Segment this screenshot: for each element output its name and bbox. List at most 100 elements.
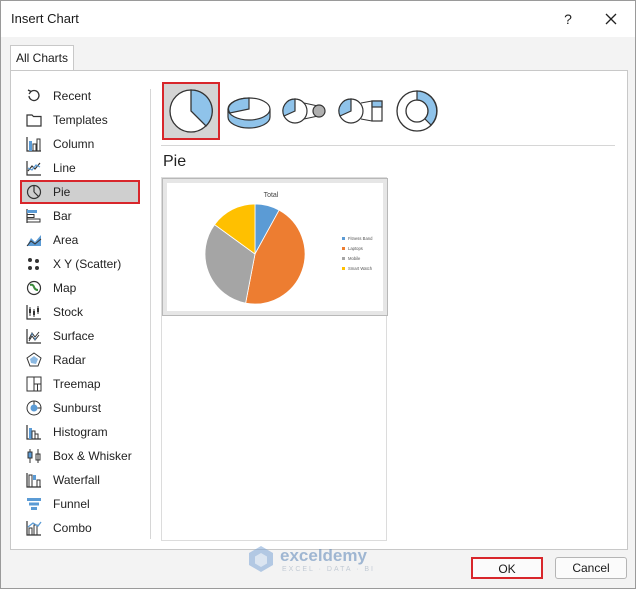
ok-button[interactable]: OK (471, 557, 543, 579)
sidebar-item-bar[interactable]: Bar (21, 205, 139, 227)
column-chart-icon (25, 135, 43, 153)
subtype-3d-pie[interactable] (221, 83, 277, 139)
treemap-chart-icon (25, 375, 43, 393)
histogram-chart-icon (25, 423, 43, 441)
sidebar-item-treemap[interactable]: Treemap (21, 373, 139, 395)
sidebar-item-label: Line (53, 161, 76, 175)
legend-swatch (342, 237, 345, 240)
sidebar-item-combo[interactable]: Combo (21, 517, 139, 539)
recent-icon (25, 87, 43, 105)
help-button[interactable]: ? (556, 7, 580, 31)
dialog-title: Insert Chart (11, 11, 79, 26)
sidebar-item-area[interactable]: Area (21, 229, 139, 251)
tab-strip: All Charts (1, 37, 635, 72)
preview-column: Total Fitness Band Laptops Mobile Smart Watc… (161, 177, 388, 541)
legend-label: Mobile (348, 256, 361, 261)
stock-chart-icon (25, 303, 43, 321)
waterfall-chart-icon (25, 471, 43, 489)
exceldemy-watermark: exceldemy EXCEL · DATA · BI (246, 542, 396, 578)
map-chart-icon (25, 279, 43, 297)
sidebar-item-label: Waterfall (53, 473, 100, 487)
legend-label: Smart Watch (348, 266, 373, 271)
bar-chart-icon (25, 207, 43, 225)
sidebar-divider (150, 89, 151, 539)
sidebar-item-funnel[interactable]: Funnel (21, 493, 139, 515)
templates-icon (25, 111, 43, 129)
funnel-chart-icon (25, 495, 43, 513)
sidebar-item-label: Funnel (53, 497, 90, 511)
pie-subtype-icon (169, 89, 213, 133)
chart-subtype-gallery (161, 82, 441, 141)
bar-of-pie-subtype-icon (338, 98, 383, 124)
pie-chart-icon (25, 183, 43, 201)
sidebar-item-label: Treemap (53, 377, 101, 391)
close-button[interactable] (599, 7, 623, 31)
sidebar-item-label: Stock (53, 305, 84, 319)
sidebar-item-recent[interactable]: Recent (21, 85, 139, 107)
sidebar-item-line[interactable]: Line (21, 157, 139, 179)
subtype-bar-of-pie[interactable] (333, 83, 389, 139)
close-icon (605, 13, 617, 25)
radar-chart-icon (25, 351, 43, 369)
sidebar-item-label: Recent (53, 89, 92, 103)
sidebar-item-label: Radar (53, 353, 86, 367)
sidebar-item-waterfall[interactable]: Waterfall (21, 469, 139, 491)
sunburst-chart-icon (25, 399, 43, 417)
chart-type-list: Recent Templates Column Line Pie Bar Are… (20, 83, 141, 541)
subtype-pie-of-pie[interactable] (277, 83, 333, 139)
chart-preview[interactable]: Total Fitness Band Laptops Mobile Smart Watc… (162, 178, 388, 316)
sidebar-item-radar[interactable]: Radar (21, 349, 139, 371)
combo-chart-icon (25, 519, 43, 537)
sidebar-item-sunburst[interactable]: Sunburst (21, 397, 139, 419)
sidebar-item-box-whisker[interactable]: Box & Whisker (21, 445, 139, 467)
sidebar-item-histogram[interactable]: Histogram (21, 421, 139, 443)
sidebar-item-label: X Y (Scatter) (53, 257, 122, 271)
3d-pie-subtype-icon (227, 97, 271, 129)
gallery-divider (161, 145, 615, 146)
legend-label: Laptops (348, 246, 363, 251)
chart-title: Total (264, 192, 279, 199)
title-bar: Insert Chart ? (1, 1, 635, 37)
legend-label: Fitness Band (348, 236, 373, 241)
watermark-name: exceldemy (280, 546, 367, 565)
chart-panel: Recent Templates Column Line Pie Bar Are… (10, 70, 628, 550)
sidebar-item-label: Column (53, 137, 95, 151)
chart-preview-canvas: Total Fitness Band Laptops Mobile Smart Watc… (167, 183, 383, 311)
watermark-tagline: EXCEL · DATA · BI (282, 566, 375, 573)
tab-all-charts[interactable]: All Charts (10, 45, 74, 72)
legend-swatch (342, 257, 345, 260)
sidebar-item-templates[interactable]: Templates (21, 109, 139, 131)
pie-chart: Total Fitness Band Laptops Mobile Smart Watc… (204, 192, 373, 305)
sidebar-item-label: Box & Whisker (53, 449, 132, 463)
box-whisker-chart-icon (25, 447, 43, 465)
sidebar-item-label: Surface (53, 329, 95, 343)
sidebar-item-stock[interactable]: Stock (21, 301, 139, 323)
legend-swatch (342, 267, 345, 270)
sidebar-item-column[interactable]: Column (21, 133, 139, 155)
sidebar-item-pie[interactable]: Pie (20, 180, 140, 204)
sidebar-item-label: Area (53, 233, 79, 247)
exceldemy-logo-icon (249, 546, 273, 572)
scatter-chart-icon (25, 255, 43, 273)
doughnut-subtype-icon (396, 90, 438, 132)
sidebar-item-label: Histogram (53, 425, 108, 439)
sidebar-item-label: Combo (53, 521, 92, 535)
sidebar-item-map[interactable]: Map (21, 277, 139, 299)
area-chart-icon (25, 231, 43, 249)
subtype-pie[interactable] (162, 82, 220, 140)
pie-of-pie-subtype-icon (282, 98, 326, 124)
insert-chart-dialog: Insert Chart ? All Charts Recent Templat… (0, 0, 636, 589)
sidebar-item-label: Map (53, 281, 77, 295)
sidebar-item-label: Pie (53, 185, 71, 199)
sidebar-item-label: Bar (53, 209, 72, 223)
cancel-button[interactable]: Cancel (555, 557, 627, 579)
sidebar-item-surface[interactable]: Surface (21, 325, 139, 347)
line-chart-icon (25, 159, 43, 177)
sidebar-item-label: Templates (53, 113, 108, 127)
sidebar-item-scatter[interactable]: X Y (Scatter) (21, 253, 139, 275)
section-title: Pie (163, 153, 187, 170)
subtype-doughnut[interactable] (389, 83, 445, 139)
legend-swatch (342, 247, 345, 250)
sidebar-item-label: Sunburst (53, 401, 102, 415)
surface-chart-icon (25, 327, 43, 345)
